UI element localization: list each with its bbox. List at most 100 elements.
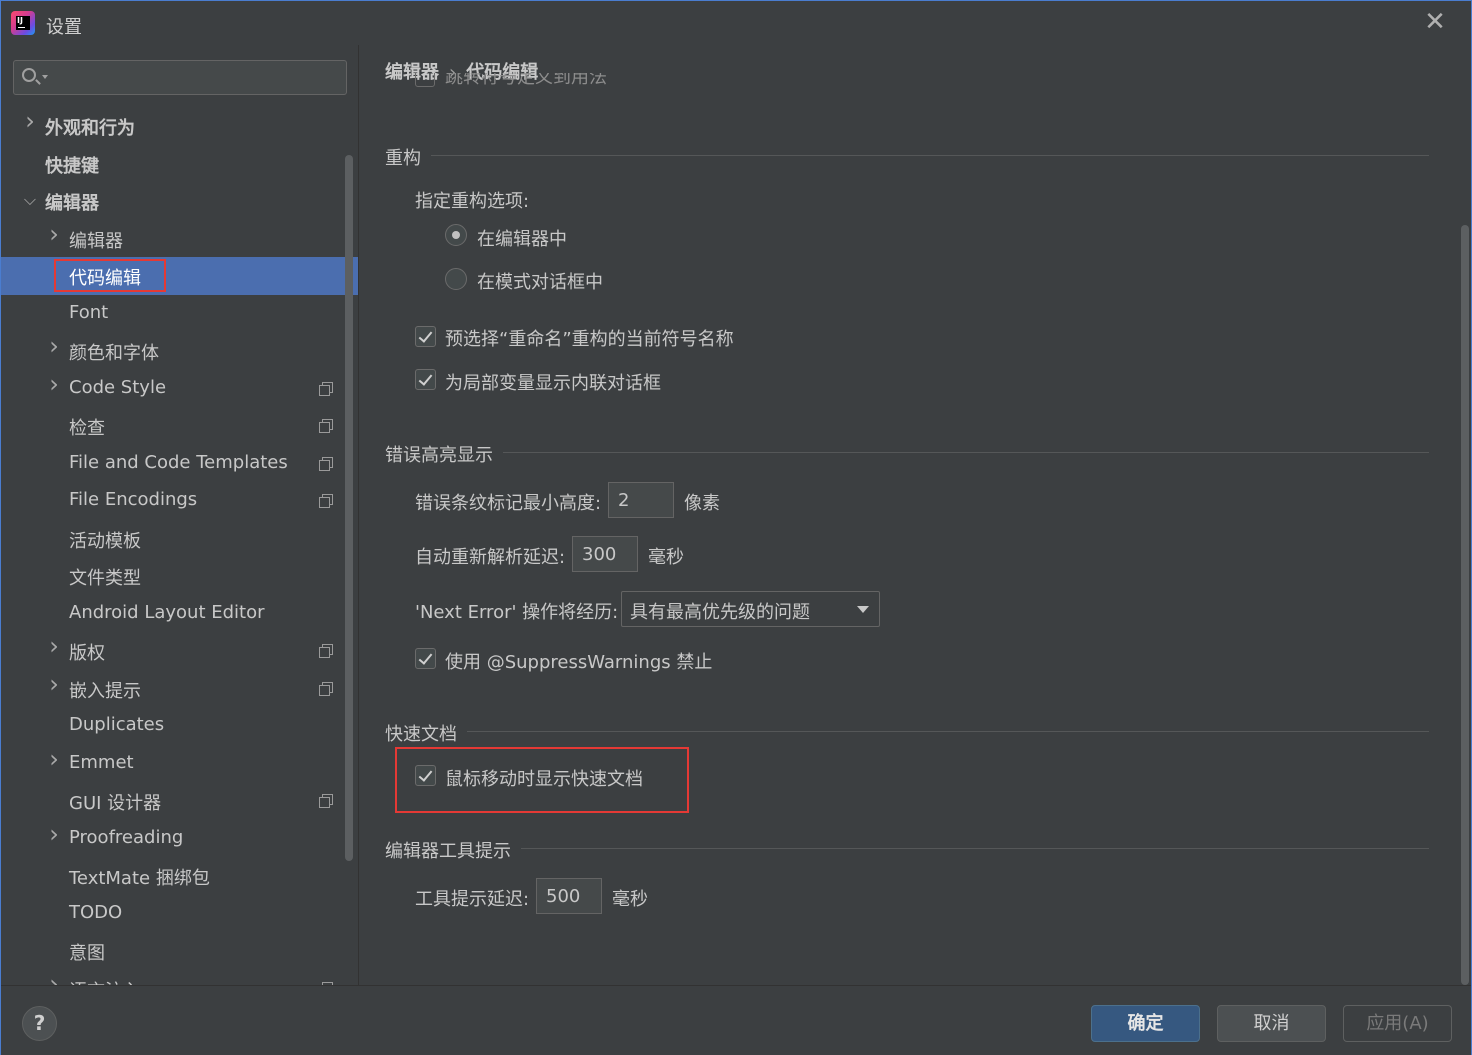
sidebar-item-label: Proofreading — [69, 826, 184, 848]
ok-button[interactable]: 确定 — [1091, 1005, 1200, 1042]
sidebar-item-label: File and Code Templates — [69, 451, 288, 473]
sidebar-item[interactable]: › 版权 — [1, 632, 358, 670]
chevron-right-icon[interactable]: › — [45, 372, 63, 396]
error-highlighting-section: 错误高亮显示 — [385, 441, 1429, 467]
sidebar-item[interactable]: File Encodings — [1, 482, 358, 520]
sidebar-item[interactable]: › 嵌入提示 — [1, 670, 358, 708]
tooltip-delay-unit: 毫秒 — [612, 889, 648, 910]
chevron-right-icon[interactable]: › — [45, 634, 63, 658]
quick-doc-title: 快速文档 — [385, 720, 467, 746]
sidebar-item[interactable]: › Code Style — [1, 370, 358, 408]
close-icon[interactable]: ✕ — [1421, 9, 1449, 37]
next-error-label: 'Next Error' 操作将经历: — [415, 602, 619, 623]
project-scope-copy-icon — [319, 381, 333, 396]
sidebar-item[interactable]: 代码编辑 — [1, 257, 358, 295]
sidebar-item[interactable]: 快捷键 — [1, 145, 358, 183]
sidebar-item-label: 版权 — [69, 643, 105, 664]
sidebar-item[interactable]: 文件类型 — [1, 557, 358, 595]
sidebar-item[interactable]: › 外观和行为 — [1, 107, 358, 145]
sidebar-item[interactable]: File and Code Templates — [1, 445, 358, 483]
chevron-right-icon[interactable]: › — [45, 222, 63, 246]
sidebar-item[interactable]: › Emmet — [1, 745, 358, 783]
preselect-rename-label[interactable]: 预选择“重命名”重构的当前符号名称 — [445, 325, 734, 351]
sidebar-item-label: Emmet — [69, 751, 134, 773]
sidebar-item[interactable]: › 语言注入 — [1, 970, 358, 986]
settings-content: 编辑器 › 代码编辑 跳转符号定义到用法 重构 指定重构选项: 在编辑器中 在模式对… — [359, 45, 1471, 985]
help-button[interactable]: ? — [22, 1006, 57, 1041]
radio-in-editor[interactable] — [445, 224, 467, 246]
next-error-select[interactable]: 具有最高优先级的问题 — [621, 591, 880, 627]
sidebar-item[interactable]: › 颜色和字体 — [1, 332, 358, 370]
settings-sidebar: › 外观和行为 快捷键 ⌵ 编辑器 › 编辑器 代码编辑 Font › 颜色和字体 › Code Sty… — [1, 45, 358, 985]
tooltip-delay-input[interactable] — [536, 878, 602, 914]
content-scrollbar[interactable] — [1461, 225, 1469, 985]
quick-doc-section: 快速文档 — [385, 720, 1429, 746]
chevron-down-icon[interactable]: ⌵ — [21, 191, 39, 209]
sidebar-scrollbar[interactable] — [345, 155, 353, 861]
search-icon[interactable] — [22, 68, 36, 82]
project-scope-copy-icon — [319, 419, 333, 433]
reparse-delay-input[interactable] — [572, 536, 638, 572]
sidebar-item-label: GUI 设计器 — [69, 793, 162, 814]
search-input[interactable] — [54, 65, 339, 90]
chevron-right-icon[interactable]: › — [45, 334, 63, 358]
sidebar-item-label: TextMate 捆绑包 — [69, 868, 210, 889]
sidebar-item[interactable]: TODO — [1, 895, 358, 933]
sidebar-item[interactable]: TextMate 捆绑包 — [1, 857, 358, 895]
min-height-label: 错误条纹标记最小高度: — [415, 493, 602, 514]
scrolled-partial-option: 跳转符号定义到用法 — [415, 73, 625, 89]
sidebar-item[interactable]: Android Layout Editor — [1, 595, 358, 633]
inline-dialog-label[interactable]: 为局部变量显示内联对话框 — [445, 369, 661, 395]
radio-in-modal-label[interactable]: 在模式对话框中 — [477, 268, 603, 294]
inline-dialog-checkbox[interactable] — [415, 369, 436, 390]
sidebar-item[interactable]: 意图 — [1, 932, 358, 970]
specify-refactoring-label: 指定重构选项: — [415, 191, 530, 212]
cancel-button[interactable]: 取消 — [1217, 1005, 1326, 1042]
sidebar-item[interactable]: ⌵ 编辑器 — [1, 182, 358, 220]
dropdown-arrow-icon — [857, 606, 869, 613]
sidebar-item-label: Font — [69, 301, 109, 323]
suppress-warnings-label[interactable]: 使用 @SuppressWarnings 禁止 — [445, 648, 712, 674]
sidebar-item-label: File Encodings — [69, 489, 198, 510]
intellij-logo-icon: IJ — [11, 11, 35, 35]
sidebar-item-label: 外观和行为 — [45, 118, 135, 139]
reparse-delay-label: 自动重新解析延迟: — [415, 547, 566, 568]
chevron-right-icon[interactable]: › — [45, 672, 63, 696]
sidebar-item-label: 文件类型 — [69, 568, 141, 589]
search-history-caret-icon[interactable] — [42, 75, 48, 79]
preselect-rename-checkbox[interactable] — [415, 326, 436, 347]
radio-in-modal[interactable] — [445, 268, 467, 290]
partial-option-label: 跳转符号定义到用法 — [445, 73, 607, 88]
sidebar-item[interactable]: Duplicates — [1, 707, 358, 745]
suppress-warnings-checkbox[interactable] — [415, 648, 436, 669]
sidebar-item[interactable]: Font — [1, 295, 358, 333]
dialog-footer: ? 确定 取消 应用(A) — [1, 985, 1471, 1055]
sidebar-item[interactable]: › 编辑器 — [1, 220, 358, 258]
project-scope-copy-icon — [319, 456, 333, 471]
section-divider — [385, 452, 1429, 453]
refactoring-section: 重构 — [385, 144, 1429, 170]
settings-search[interactable] — [13, 60, 347, 95]
apply-button[interactable]: 应用(A) — [1343, 1005, 1452, 1042]
chevron-right-icon[interactable]: › — [21, 109, 39, 133]
sidebar-item-label: 颜色和字体 — [69, 343, 159, 364]
sidebar-item-label: 嵌入提示 — [69, 680, 141, 702]
sidebar-item[interactable]: 活动模板 — [1, 520, 358, 558]
highlight-annotation-box — [54, 259, 166, 292]
min-height-unit: 像素 — [684, 493, 720, 514]
editor-tooltips-section: 编辑器工具提示 — [385, 837, 1429, 863]
sidebar-item-label: 语言注入 — [69, 977, 141, 986]
min-height-input[interactable] — [608, 482, 674, 518]
sidebar-item[interactable]: GUI 设计器 — [1, 782, 358, 820]
sidebar-item-label: 编辑器 — [69, 230, 123, 252]
chevron-right-icon[interactable]: › — [45, 747, 63, 771]
refactoring-title: 重构 — [385, 144, 431, 170]
chevron-right-icon[interactable]: › — [45, 822, 63, 846]
sidebar-item-label: 快捷键 — [45, 155, 99, 177]
partial-checkbox[interactable] — [415, 73, 435, 87]
sidebar-item[interactable]: 检查 — [1, 407, 358, 445]
editor-tooltips-title: 编辑器工具提示 — [385, 837, 521, 863]
sidebar-item[interactable]: › Proofreading — [1, 820, 358, 858]
chevron-right-icon[interactable]: › — [45, 972, 63, 986]
radio-in-editor-label[interactable]: 在编辑器中 — [477, 225, 567, 251]
